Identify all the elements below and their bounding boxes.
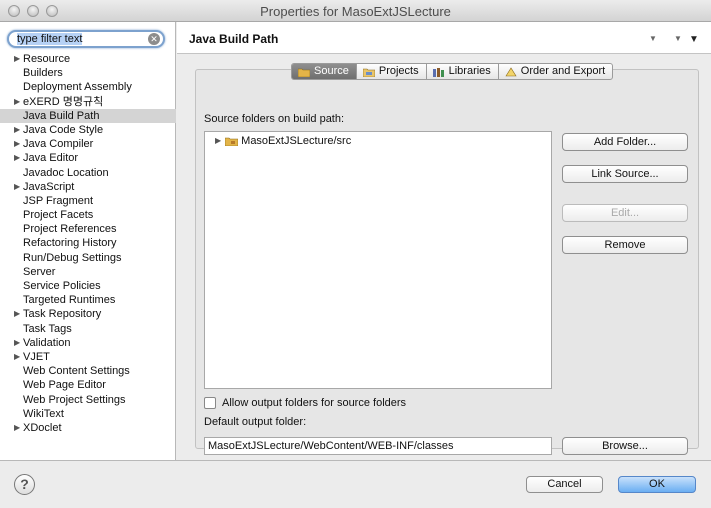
dialog-footer: ? Cancel OK: [0, 460, 711, 508]
projects-icon: [362, 68, 375, 77]
source-folder-icon: [298, 68, 310, 77]
sidebar-item-web-page-editor[interactable]: Web Page Editor: [0, 378, 176, 392]
add-folder-button[interactable]: Add Folder...: [562, 133, 688, 151]
back-nav-icon[interactable]: ▼: [649, 34, 657, 43]
pane-header: Java Build Path ▼ ▼ ▼: [177, 22, 711, 54]
source-folders-label: Source folders on build path:: [204, 113, 345, 125]
sidebar-item-web-project-settings[interactable]: Web Project Settings: [0, 393, 176, 407]
allow-output-folders-checkbox[interactable]: Allow output folders for source folders: [204, 397, 406, 409]
order-export-icon: [505, 66, 517, 76]
tab-projects[interactable]: Projects: [357, 64, 427, 79]
sidebar: type filter text ✕ ▶ Resource Builders De…: [0, 22, 176, 460]
expand-arrow-icon[interactable]: ▶: [14, 307, 20, 321]
sidebar-item-java-build-path[interactable]: Java Build Path: [0, 108, 176, 123]
expand-arrow-icon[interactable]: ▶: [14, 123, 20, 137]
browse-button[interactable]: Browse...: [562, 437, 688, 455]
sidebar-item-jsp-fragment[interactable]: JSP Fragment: [0, 194, 176, 208]
expand-arrow-icon[interactable]: ▶: [14, 350, 20, 364]
forward-nav-icon[interactable]: ▼: [674, 34, 682, 43]
title-bar: Properties for MasoExtJSLecture: [0, 0, 711, 22]
sidebar-item-javascript[interactable]: ▶ JavaScript: [0, 180, 176, 194]
ok-button[interactable]: OK: [618, 476, 696, 493]
tab-order-and-export[interactable]: Order and Export: [499, 64, 612, 79]
tab-bar: Source Projects Libraries Order and Expo…: [291, 63, 614, 80]
edit-button[interactable]: Edit...: [562, 204, 688, 222]
sidebar-item-deployment-assembly[interactable]: Deployment Assembly: [0, 80, 176, 94]
cancel-button[interactable]: Cancel: [526, 476, 603, 493]
filter-input[interactable]: type filter text ✕: [7, 30, 165, 48]
remove-button[interactable]: Remove: [562, 236, 688, 254]
tab-libraries[interactable]: Libraries: [427, 64, 499, 79]
sidebar-item-service-policies[interactable]: Service Policies: [0, 279, 176, 293]
sidebar-item-wikitext[interactable]: WikiText: [0, 407, 176, 421]
properties-pane: Java Build Path ▼ ▼ ▼ Source Projects Li…: [177, 22, 711, 460]
sidebar-item-java-code-style[interactable]: ▶ Java Code Style: [0, 123, 176, 137]
build-path-panel: Source Projects Libraries Order and Expo…: [195, 63, 699, 455]
expand-arrow-icon[interactable]: ▶: [215, 134, 221, 148]
sidebar-item-vjet[interactable]: ▶ VJET: [0, 350, 176, 364]
sidebar-item-project-references[interactable]: Project References: [0, 222, 176, 236]
expand-arrow-icon[interactable]: ▶: [14, 421, 20, 435]
sidebar-item-web-content-settings[interactable]: Web Content Settings: [0, 364, 176, 378]
list-item[interactable]: ▶ MasoExtJSLecture/src: [215, 134, 351, 148]
sidebar-item-task-repository[interactable]: ▶ Task Repository: [0, 307, 176, 321]
window-title: Properties for MasoExtJSLecture: [260, 4, 451, 19]
expand-arrow-icon[interactable]: ▶: [14, 180, 20, 194]
help-icon[interactable]: ?: [14, 474, 35, 495]
sidebar-item-refactoring-history[interactable]: Refactoring History: [0, 236, 176, 250]
tab-source[interactable]: Source: [292, 64, 357, 79]
sidebar-item-builders[interactable]: Builders: [0, 66, 176, 80]
sidebar-item-task-tags[interactable]: Task Tags: [0, 322, 176, 336]
sidebar-item-java-compiler[interactable]: ▶ Java Compiler: [0, 137, 176, 151]
package-folder-icon: [225, 137, 239, 146]
page-title: Java Build Path: [189, 32, 279, 46]
clear-filter-icon[interactable]: ✕: [148, 33, 160, 45]
checkbox-box[interactable]: [204, 397, 216, 409]
expand-arrow-icon[interactable]: ▶: [14, 151, 20, 165]
sidebar-item-server[interactable]: Server: [0, 265, 176, 279]
expand-arrow-icon[interactable]: ▶: [14, 137, 20, 151]
link-source-button[interactable]: Link Source...: [562, 165, 688, 183]
source-folders-list[interactable]: ▶ MasoExtJSLecture/src: [204, 131, 552, 389]
expand-arrow-icon[interactable]: ▶: [14, 52, 20, 66]
property-tree: ▶ Resource Builders Deployment Assembly ▶…: [0, 52, 176, 435]
libraries-icon: [432, 67, 444, 77]
expand-arrow-icon[interactable]: ▶: [14, 336, 20, 350]
default-output-label: Default output folder:: [204, 416, 307, 428]
expand-arrow-icon[interactable]: ▶: [14, 95, 20, 109]
sidebar-item-project-facets[interactable]: Project Facets: [0, 208, 176, 222]
sidebar-item-validation[interactable]: ▶ Validation: [0, 336, 176, 350]
sidebar-item-run-debug-settings[interactable]: Run/Debug Settings: [0, 251, 176, 265]
view-menu-icon[interactable]: ▼: [689, 34, 699, 45]
sidebar-item-xdoclet[interactable]: ▶ XDoclet: [0, 421, 176, 435]
sidebar-item-resource[interactable]: ▶ Resource: [0, 52, 176, 66]
default-output-field[interactable]: MasoExtJSLecture/WebContent/WEB-INF/clas…: [204, 437, 552, 455]
sidebar-item-java-editor[interactable]: ▶ Java Editor: [0, 151, 176, 165]
sidebar-item-javadoc-location[interactable]: Javadoc Location: [0, 166, 176, 180]
filter-input-value: type filter text: [17, 33, 83, 45]
sidebar-item-exerd[interactable]: ▶ eXERD 명명규칙: [0, 95, 176, 109]
sidebar-item-targeted-runtimes[interactable]: Targeted Runtimes: [0, 293, 176, 307]
